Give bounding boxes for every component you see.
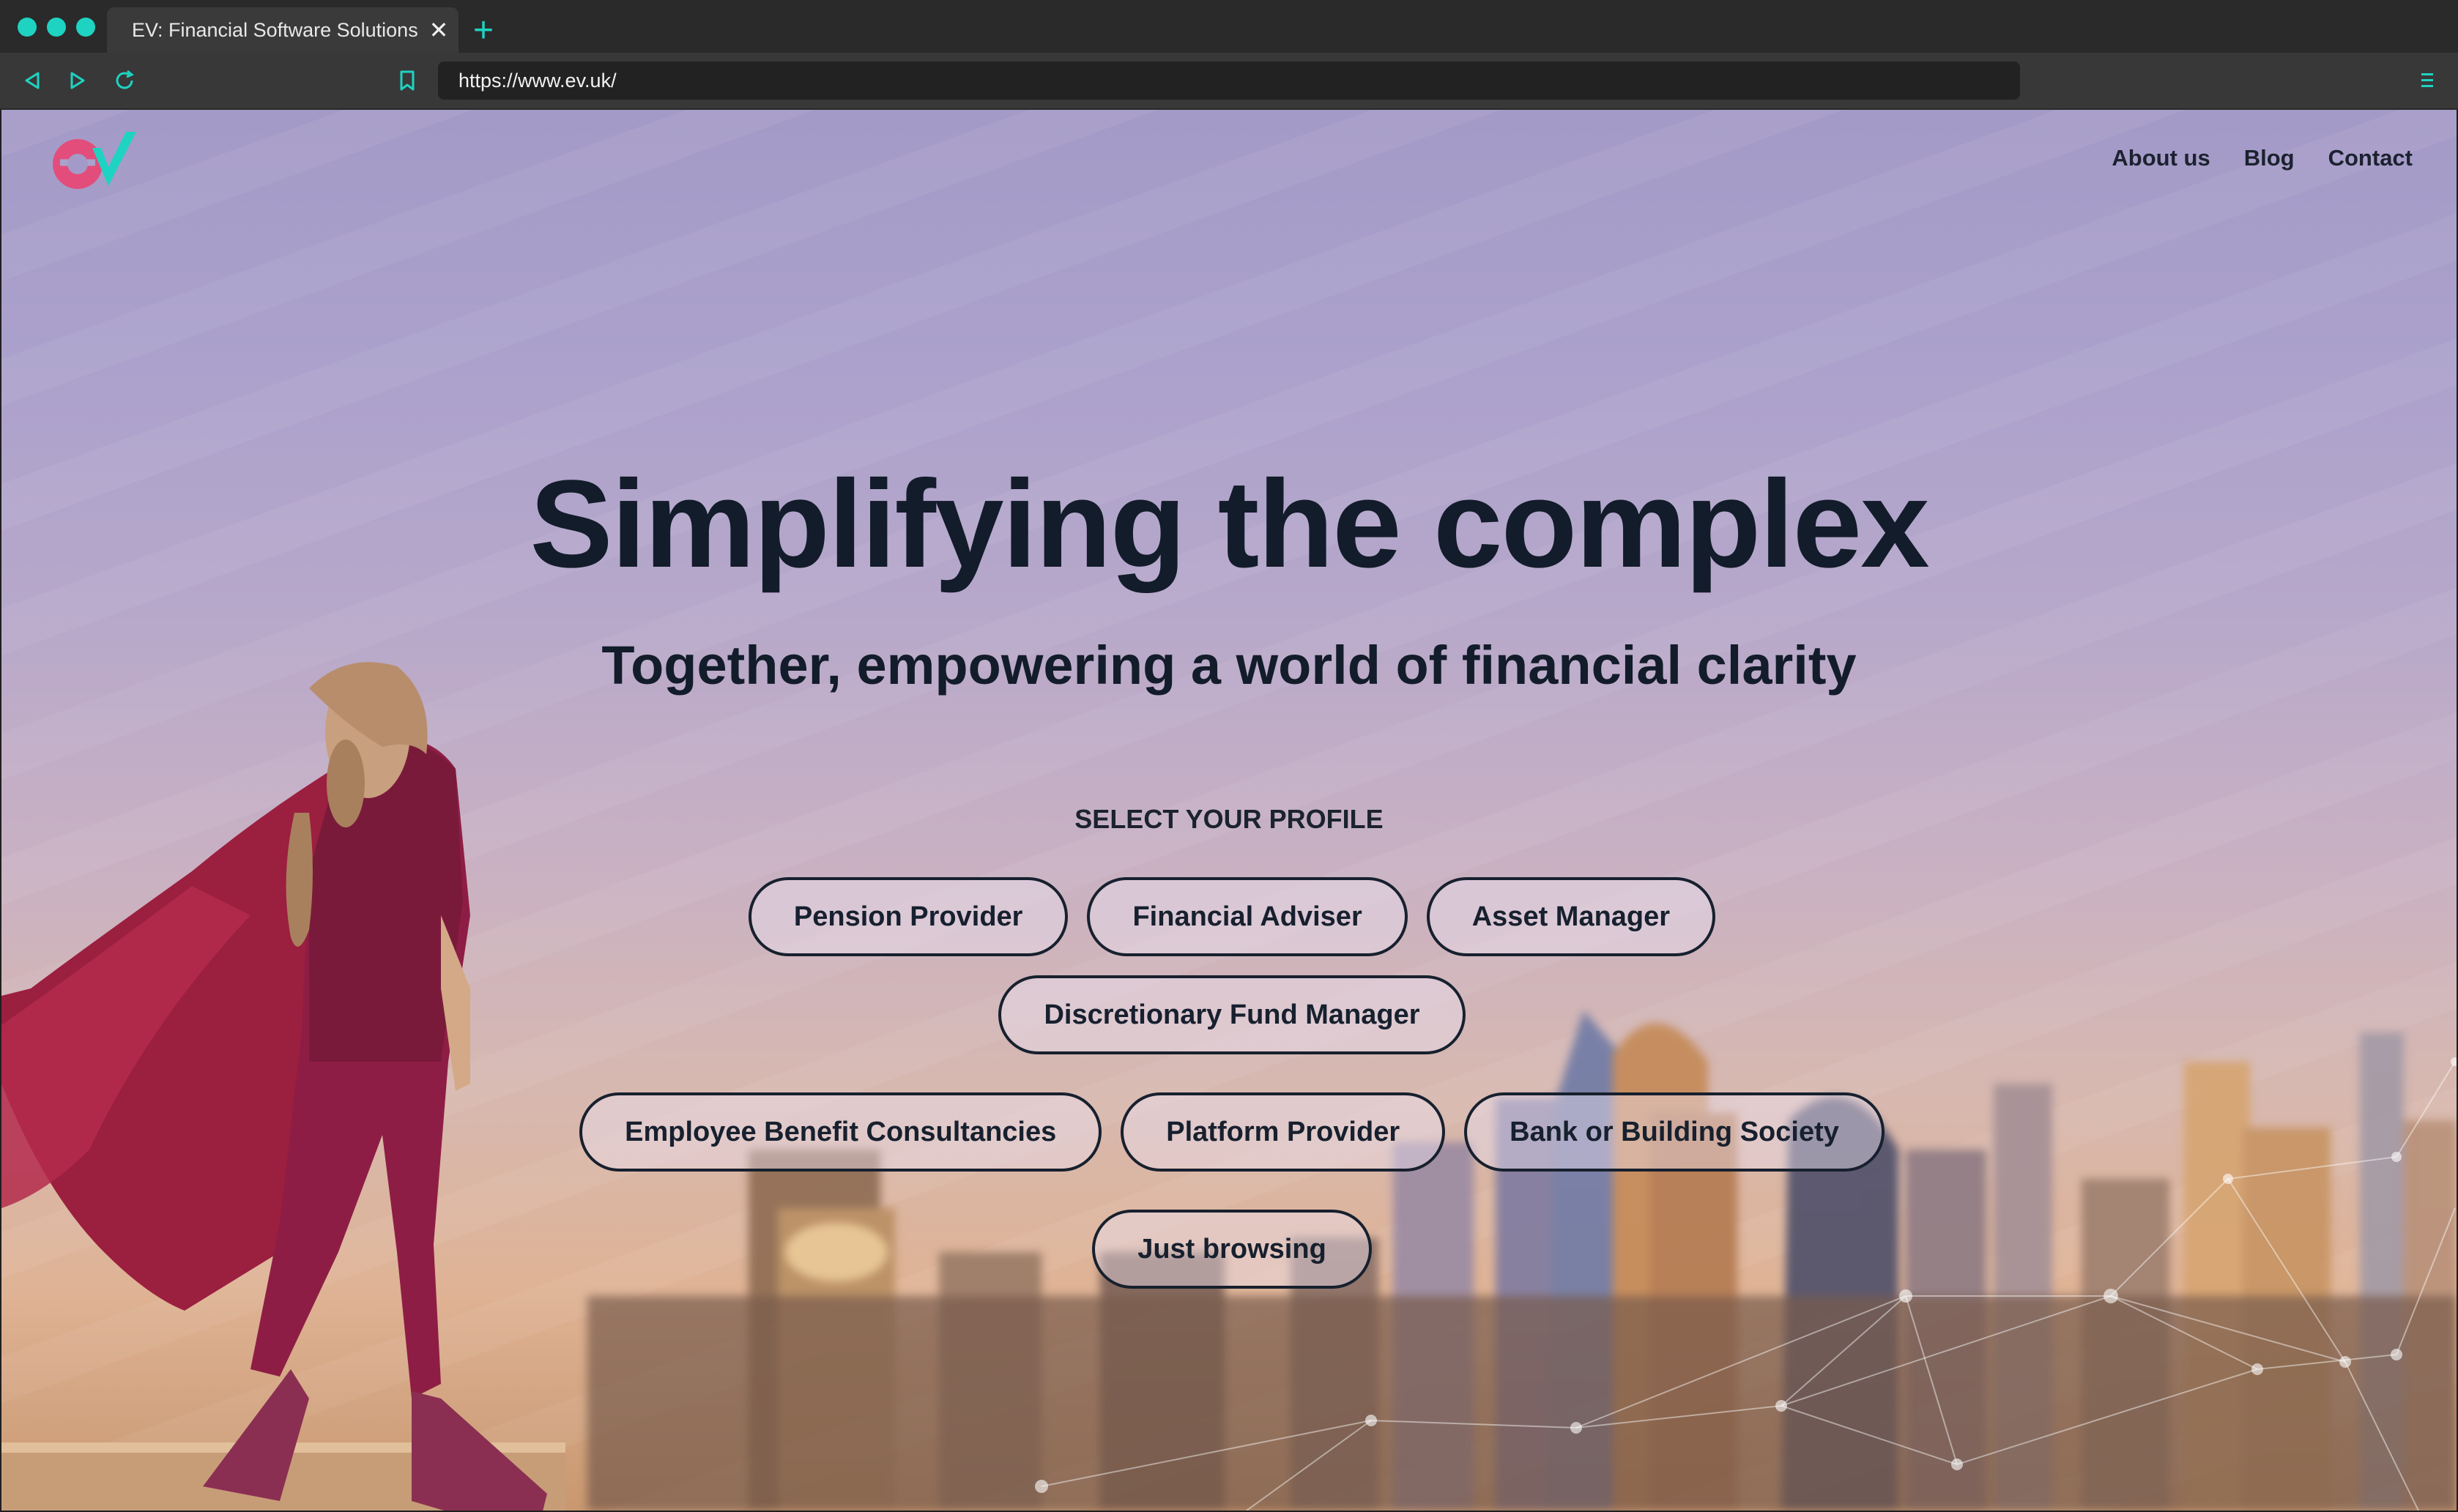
tab-close-icon[interactable]: ✕ xyxy=(428,7,450,53)
profile-asset-manager-button[interactable]: Asset Manager xyxy=(1426,877,1716,956)
nav-about-us[interactable]: About us xyxy=(2112,145,2210,171)
profile-financial-adviser-button[interactable]: Financial Adviser xyxy=(1087,877,1408,956)
select-profile-label: SELECT YOUR PROFILE xyxy=(1074,804,1384,834)
menu-icon[interactable] xyxy=(2414,67,2440,94)
reload-icon[interactable] xyxy=(110,66,139,95)
profile-platform-provider-button[interactable]: Platform Provider xyxy=(1121,1092,1446,1172)
ev-logo[interactable]: ev xyxy=(50,129,144,193)
browser-tab-bar: EV: Financial Software Solutions ✕ + xyxy=(0,0,2458,53)
new-tab-button[interactable]: + xyxy=(473,10,494,51)
profile-discretionary-fund-manager-button[interactable]: Discretionary Fund Manager xyxy=(998,975,1466,1054)
tab-title: EV: Financial Software Solutions xyxy=(132,19,418,41)
nav-blog[interactable]: Blog xyxy=(2244,145,2295,171)
address-bar[interactable]: https://www.ev.uk/ xyxy=(438,62,2020,100)
bookmark-icon[interactable] xyxy=(394,67,420,94)
maximize-window-dot[interactable] xyxy=(76,18,95,37)
profile-pension-provider-button[interactable]: Pension Provider xyxy=(748,877,1069,956)
back-icon[interactable] xyxy=(18,66,47,95)
profile-employee-benefit-consultancies-button[interactable]: Employee Benefit Consultancies xyxy=(579,1092,1102,1172)
close-window-dot[interactable] xyxy=(18,18,37,37)
web-page: ev About us Blog Contact Simplifying the… xyxy=(1,110,2457,1511)
hero-subtitle: Together, empowering a world of financia… xyxy=(601,635,1857,696)
site-navigation: About us Blog Contact xyxy=(2112,145,2413,171)
nav-contact[interactable]: Contact xyxy=(2328,145,2413,171)
minimize-window-dot[interactable] xyxy=(47,18,66,37)
forward-icon[interactable] xyxy=(63,66,92,95)
browser-tab[interactable]: EV: Financial Software Solutions ✕ xyxy=(107,7,458,53)
profile-just-browsing-button[interactable]: Just browsing xyxy=(1092,1210,1372,1289)
profile-buttons: Pension Provider Financial Adviser Asset… xyxy=(514,877,1950,1289)
profile-bank-or-building-society-button[interactable]: Bank or Building Society xyxy=(1464,1092,1885,1172)
hero-title: Simplifying the complex xyxy=(530,455,1929,594)
browser-toolbar: https://www.ev.uk/ xyxy=(0,53,2458,110)
